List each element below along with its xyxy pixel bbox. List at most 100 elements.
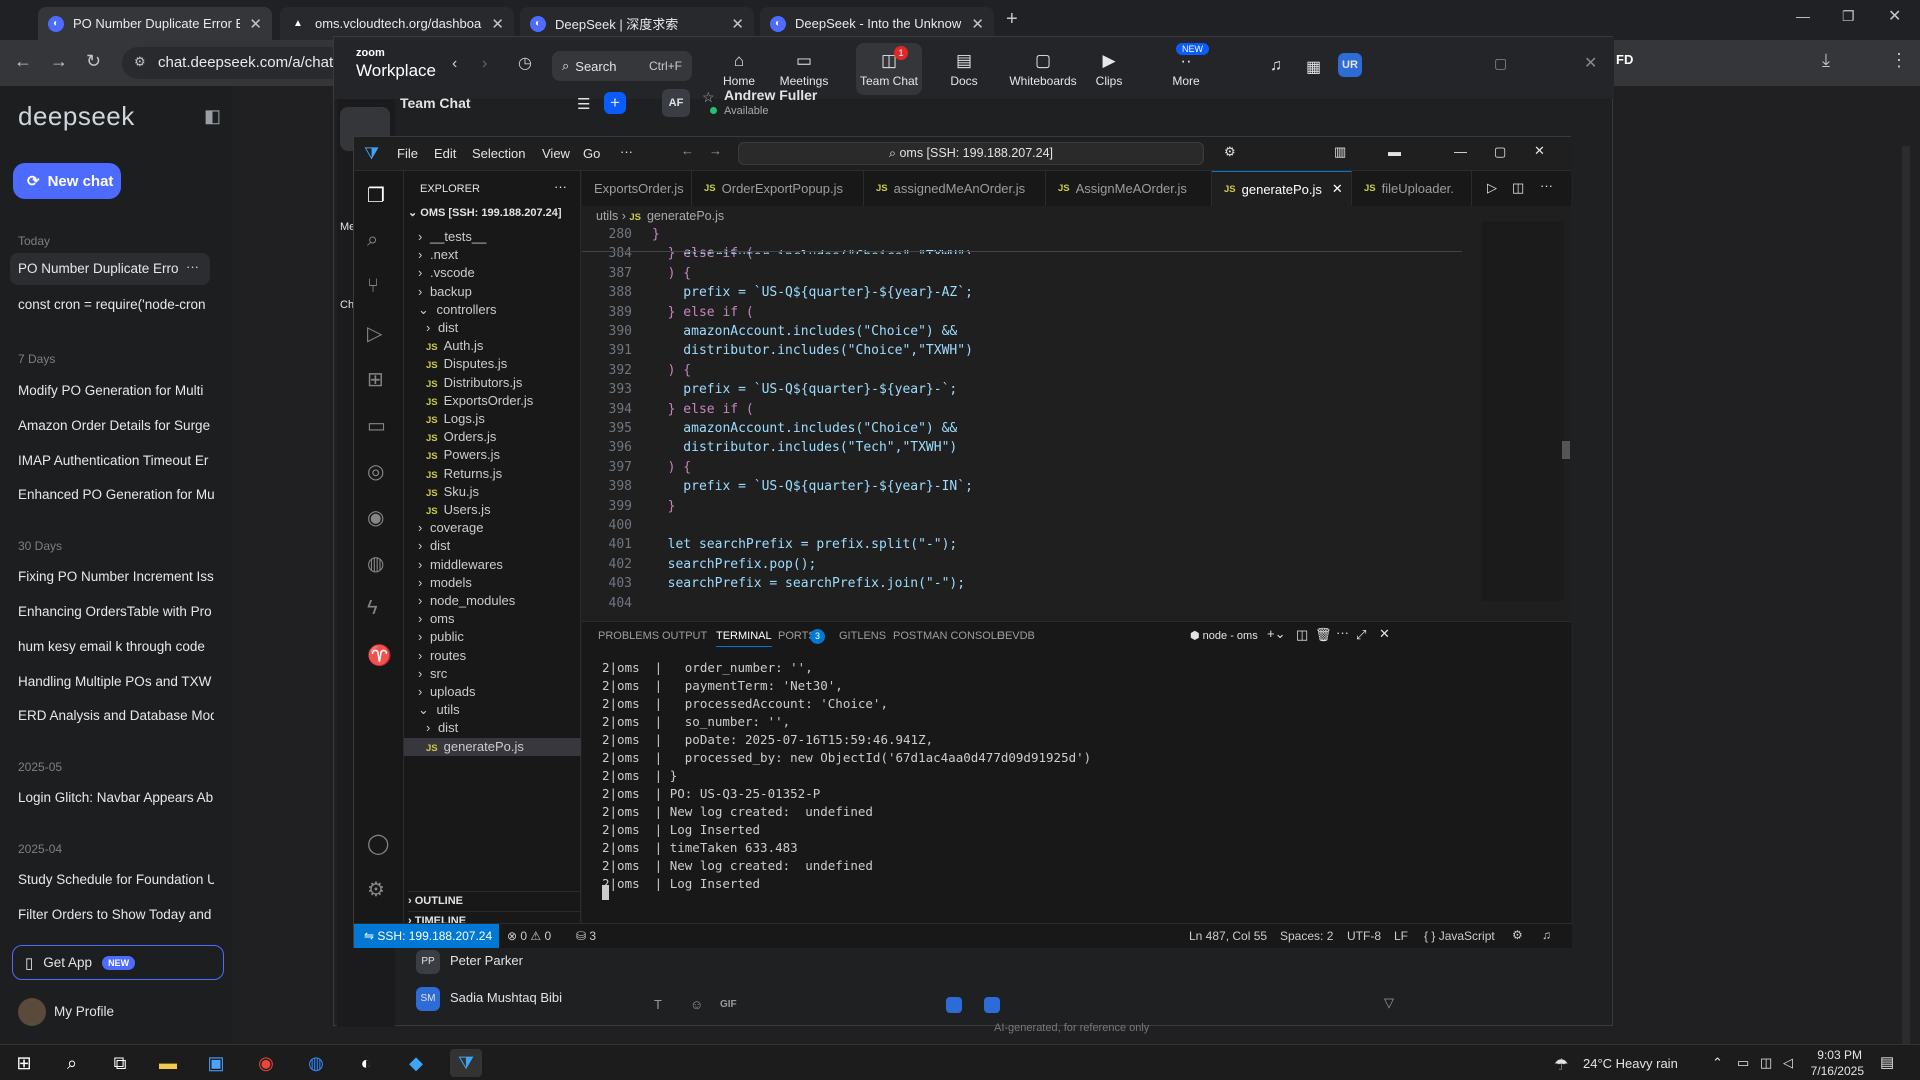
get-app-button[interactable]: ▯ Get App NEW: [12, 945, 224, 980]
maximize-icon[interactable]: ▢: [1494, 144, 1506, 160]
menu-view[interactable]: View: [542, 146, 570, 161]
file-tree-file[interactable]: JS Users.js: [426, 502, 491, 517]
new-terminal-icon[interactable]: +⌄: [1267, 626, 1285, 642]
run-icon[interactable]: ▷: [1487, 180, 1497, 196]
code-line[interactable]: 390 amazonAccount.includes("Choice") &&: [582, 322, 958, 341]
search-icon[interactable]: ⌕: [367, 229, 378, 252]
zoom-nav-docs[interactable]: ▤ Docs: [934, 51, 994, 88]
outline-section[interactable]: › OUTLINE: [408, 891, 580, 907]
more-options-icon[interactable]: ···: [186, 259, 199, 274]
file-tree-folder[interactable]: › public: [418, 629, 464, 644]
file-tree-folder[interactable]: › models: [418, 575, 472, 590]
code-line[interactable]: 403 searchPrefix = searchPrefix.join("-"…: [582, 574, 966, 593]
close-window-icon[interactable]: ✕: [1534, 143, 1545, 159]
tray-chevron-icon[interactable]: ⌃: [1712, 1055, 1723, 1071]
zoom-search[interactable]: ⌕ Search Ctrl+F: [552, 51, 692, 81]
breadcrumb-item[interactable]: utils: [596, 209, 618, 223]
command-center[interactable]: ⌕ oms [SSH: 199.188.207.24]: [738, 142, 1204, 165]
code-line[interactable]: 401 let searchPrefix = prefix.split("-")…: [582, 535, 958, 554]
nav-forward-icon[interactable]: →: [709, 143, 722, 158]
file-tree-file[interactable]: JS Logs.js: [426, 411, 485, 426]
indentation[interactable]: Spaces: 2: [1280, 929, 1333, 943]
file-tree-folder[interactable]: › backup: [418, 284, 472, 299]
app-icon[interactable]: [946, 997, 962, 1013]
accounts-icon[interactable]: ◯: [367, 831, 389, 856]
file-tree-file[interactable]: JS Auth.js: [426, 338, 483, 353]
file-tree-file[interactable]: JS generatePo.js: [426, 739, 524, 754]
star-icon[interactable]: ☆: [702, 89, 715, 106]
history-item[interactable]: PO Number Duplicate Erro: [18, 261, 178, 276]
forward-icon[interactable]: ›: [482, 55, 487, 73]
volume-icon[interactable]: ◁: [1783, 1055, 1793, 1071]
panel-tab-devdb[interactable]: DEVDB: [997, 630, 1035, 642]
split-terminal-icon[interactable]: ◫: [1296, 627, 1308, 643]
file-tree-file[interactable]: JS Returns.js: [426, 466, 502, 481]
extension-fd-icon[interactable]: FD: [1616, 52, 1633, 67]
close-tab-icon[interactable]: ✕: [491, 15, 504, 33]
problems-status[interactable]: ⊗ 0 ⚠ 0: [507, 929, 551, 943]
clock-time[interactable]: 9:03 PM: [1810, 1048, 1862, 1062]
new-chat-button[interactable]: ⟳ New chat: [13, 163, 121, 199]
layout-icon[interactable]: ▥: [1334, 144, 1346, 160]
remote-indicator[interactable]: ⇋ SSH: 199.188.207.24: [354, 924, 499, 948]
minimize-icon[interactable]: —: [1454, 144, 1467, 159]
panel-tab-terminal[interactable]: TERMINAL: [716, 630, 772, 647]
vscode-app-icon[interactable]: ⧩: [450, 1049, 482, 1077]
zoom-app-icon[interactable]: ◍: [300, 1049, 332, 1077]
scrollbar[interactable]: [1902, 146, 1910, 1080]
compose-icon[interactable]: +: [604, 92, 626, 114]
end-of-line[interactable]: LF: [1394, 929, 1408, 943]
battery-icon[interactable]: ▭: [1737, 1055, 1749, 1071]
file-tree-folder[interactable]: › dist: [426, 720, 458, 735]
forward-icon[interactable]: →: [50, 51, 68, 72]
back-icon[interactable]: ‹: [452, 55, 457, 73]
gif-icon[interactable]: GIF: [720, 999, 737, 1010]
editor-tab-active[interactable]: JS generatePo.js ✕: [1212, 171, 1352, 206]
menu-selection[interactable]: Selection: [472, 146, 525, 161]
code-line[interactable]: 396 distributor.includes("Tech","TXWH"): [582, 438, 958, 457]
download-icon[interactable]: ⤓: [1822, 50, 1830, 71]
cursor-position[interactable]: Ln 487, Col 55: [1189, 929, 1267, 943]
code-line[interactable]: 391 distributor.includes("Choice","TXWH"…: [582, 341, 973, 360]
minimize-icon[interactable]: —: [1796, 8, 1810, 24]
devdb-icon[interactable]: ◍: [367, 551, 384, 576]
app-icon[interactable]: ◐: [350, 1049, 382, 1077]
code-line[interactable]: 388 prefix = `US-Q${quarter}-${year}-AZ`…: [582, 283, 973, 302]
bell-icon[interactable]: ♫: [1270, 57, 1282, 75]
zoom-nav-meetings[interactable]: ▭ Meetings: [774, 51, 834, 88]
terminal-selector[interactable]: ⬢ node - oms: [1190, 629, 1258, 642]
ports-status[interactable]: ⛁ 3: [576, 929, 596, 943]
code-line[interactable]: 393 prefix = `US-Q${quarter}-${year}-`;: [582, 380, 958, 399]
windows-start-icon[interactable]: ⊞: [8, 1049, 40, 1077]
zoom-nav-home[interactable]: ⌂ Home: [709, 51, 769, 88]
chrome-icon[interactable]: ◉: [250, 1049, 282, 1077]
app-icon[interactable]: [984, 997, 1000, 1013]
editor-tab[interactable]: JS OrderExportPopup.js: [692, 171, 864, 206]
my-profile-link[interactable]: My Profile: [54, 1004, 114, 1019]
file-tree-folder[interactable]: › .vscode: [418, 265, 475, 280]
editor-tab[interactable]: JS fileUploader.: [1352, 171, 1472, 206]
code-line[interactable]: 387 ) {: [582, 264, 692, 283]
minimap[interactable]: [1482, 221, 1564, 601]
file-tree-file[interactable]: JS Sku.js: [426, 484, 479, 499]
reload-icon[interactable]: ↻: [86, 51, 101, 72]
file-tree-folder[interactable]: › uploads: [418, 684, 476, 699]
menu-file[interactable]: File: [397, 146, 418, 161]
workspace-root[interactable]: ⌄ OMS [SSH: 199.188.207.24]: [408, 206, 562, 219]
close-window-icon[interactable]: ✕: [1888, 6, 1901, 26]
avatar[interactable]: UR: [1338, 53, 1362, 77]
more-actions-icon[interactable]: ···: [1336, 625, 1349, 640]
history-item[interactable]: Modify PO Generation for Multi: [18, 383, 214, 398]
site-info-icon[interactable]: ⚙: [134, 54, 146, 70]
calendar-icon[interactable]: ▦: [1306, 57, 1321, 77]
source-control-icon[interactable]: ⑂: [367, 275, 379, 298]
new-tab-icon[interactable]: +: [1006, 8, 1018, 31]
trash-icon[interactable]: 🗑: [1315, 627, 1332, 643]
history-item[interactable]: Filter Orders to Show Today and: [18, 907, 214, 922]
history-item[interactable]: Study Schedule for Foundation U: [18, 872, 214, 887]
file-tree-file[interactable]: JS Distributors.js: [426, 375, 522, 390]
close-window-icon[interactable]: ✕: [1584, 53, 1597, 73]
editor-tab[interactable]: JS AssignMeAOrder.js: [1046, 171, 1212, 206]
store-icon[interactable]: ▣: [200, 1049, 232, 1077]
code-line[interactable]: 397 ) {: [582, 458, 692, 477]
